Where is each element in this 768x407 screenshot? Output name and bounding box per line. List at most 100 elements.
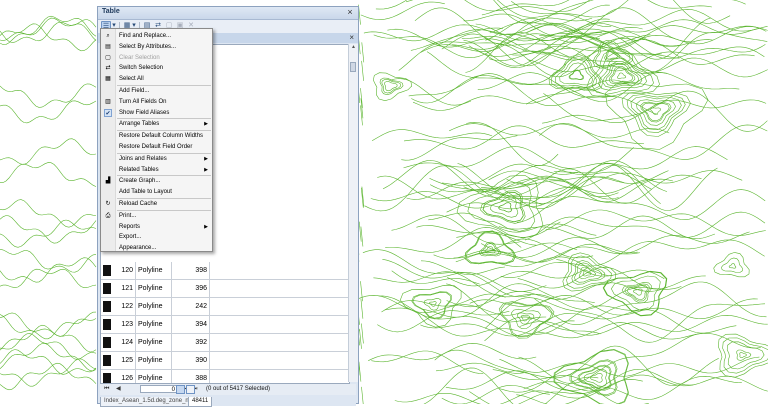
row-selector[interactable]	[103, 355, 111, 366]
menu-item-select-by-attributes[interactable]: ▤ Select By Attributes...	[102, 42, 211, 52]
menu-item-label: Appearance...	[119, 245, 157, 252]
selection-status: (0 out of 5417 Selected)	[206, 386, 271, 392]
menu-item-print[interactable]: ⎙ Print...	[102, 211, 211, 221]
contour-line	[449, 123, 670, 139]
fid-cell: 120	[113, 262, 136, 279]
first-record-icon[interactable]: ⏮	[104, 385, 109, 394]
contour-line	[361, 60, 364, 81]
scroll-up-icon[interactable]: ▲	[349, 44, 358, 52]
select-by-attributes-icon: ▤	[105, 43, 111, 50]
row-selector[interactable]	[103, 319, 111, 330]
checkmark-icon: ✔	[104, 108, 112, 117]
menu-item-related-tables[interactable]: Related Tables ▶	[102, 165, 211, 175]
contour-line	[518, 333, 703, 384]
menu-item-create-graph[interactable]: ▟ Create Graph...	[102, 176, 211, 186]
value-cell: 242	[171, 298, 210, 315]
value-cell: 388	[171, 370, 210, 383]
menu-item-label: Create Graph...	[119, 178, 161, 185]
reload-icon: ↻	[105, 201, 111, 207]
table-row[interactable]: 122 Polyline 242	[101, 298, 349, 316]
menu-item-restore-default-field-order[interactable]: Restore Default Field Order	[102, 142, 211, 152]
contour-line	[373, 18, 610, 59]
menu-item-restore-default-column-widths[interactable]: Restore Default Column Widths	[102, 131, 211, 141]
table-titlebar[interactable]: Table ×	[98, 7, 358, 20]
row-selector[interactable]	[103, 301, 111, 312]
contour-line	[617, 72, 627, 79]
menu-item-find-and-replace[interactable]: ⌕ Find and Replace...	[102, 31, 211, 41]
contour-line	[371, 350, 484, 374]
row-selector[interactable]	[103, 373, 111, 383]
tab-index-asean[interactable]: Index_Asean_1.5d.deg_zone_new	[100, 397, 201, 407]
menu-item-show-field-aliases[interactable]: ✔ Show Field Aliases	[102, 108, 211, 118]
contour-line	[477, 72, 658, 115]
contour-line	[0, 199, 97, 228]
previous-record-icon[interactable]: ◀	[116, 385, 121, 394]
menu-item-select-all[interactable]: ▦ Select All	[102, 74, 211, 84]
show-selected-records-icon[interactable]	[186, 385, 195, 394]
table-row[interactable]: 126 Polyline 388	[101, 370, 349, 383]
table-row[interactable]: 124 Polyline 392	[101, 334, 349, 352]
contour-line	[403, 146, 728, 170]
menu-item-label: Restore Default Column Widths	[119, 133, 204, 140]
contour-line	[0, 268, 97, 289]
fid-cell: 125	[113, 352, 136, 369]
menu-item-label: Reload Cache	[119, 201, 158, 207]
contour-line	[360, 281, 363, 302]
contour-line	[0, 312, 97, 337]
menu-item-reports[interactable]: Reports ▶	[102, 222, 211, 232]
menu-item-add-field[interactable]: Add Field...	[102, 86, 211, 96]
select-all-icon: ▦	[105, 76, 111, 83]
submenu-arrow-icon: ▶	[204, 223, 208, 230]
menu-item-label: Find and Replace...	[119, 33, 172, 39]
tab-48411[interactable]: 48411	[188, 397, 213, 407]
record-number-input[interactable]: 0	[140, 385, 178, 393]
menu-item-joins-and-relates[interactable]: Joins and Relates ▶	[102, 154, 211, 164]
fid-cell: 126	[113, 370, 136, 383]
contour-line	[408, 73, 609, 106]
menu-item-switch-selection[interactable]: ⇄ Switch Selection	[102, 63, 211, 73]
shape-cell: Polyline	[136, 280, 172, 297]
table-row[interactable]: 123 Polyline 394	[101, 316, 349, 334]
menu-item-turn-all-fields-on[interactable]: ▥ Turn All Fields On	[102, 97, 211, 107]
menu-item-arrange-tables[interactable]: Arrange Tables ▶	[102, 119, 211, 129]
row-selector[interactable]	[103, 283, 111, 294]
scrollbar-thumb[interactable]	[350, 62, 356, 72]
table-row[interactable]: 121 Polyline 396	[101, 280, 349, 298]
contour-line	[736, 349, 752, 361]
contour-line	[0, 311, 97, 340]
contour-line	[482, 192, 524, 223]
close-window-icon[interactable]: ×	[345, 7, 355, 17]
contour-line	[368, 343, 537, 361]
shape-cell: Polyline	[136, 298, 172, 315]
contour-line	[420, 309, 737, 337]
menu-item-label: Clear Selection	[119, 54, 160, 61]
close-tab-icon[interactable]: ×	[349, 33, 354, 43]
contour-line	[406, 175, 619, 200]
menu-item-label: Turn All Fields On	[119, 98, 167, 105]
contour-line	[539, 31, 768, 74]
menu-item-appearance[interactable]: Appearance...	[102, 243, 211, 253]
contour-line	[494, 170, 743, 192]
menu-item-reload-cache[interactable]: ↻ Reload Cache	[102, 199, 211, 209]
contour-line	[385, 227, 522, 253]
contour-line	[358, 221, 362, 242]
menu-item-add-table-to-layout[interactable]: Add Table to Layout	[102, 187, 211, 197]
contour-line	[0, 342, 97, 372]
menu-item-label: Add Table to Layout	[119, 189, 172, 196]
menu-item-export[interactable]: Export...	[102, 232, 211, 242]
shape-cell: Polyline	[136, 334, 172, 351]
shape-cell: Polyline	[136, 262, 172, 279]
vertical-scrollbar[interactable]: ▲	[348, 44, 358, 382]
table-row[interactable]: 125 Polyline 390	[101, 352, 349, 370]
row-selector[interactable]	[103, 265, 111, 276]
contour-line	[394, 379, 643, 404]
menu-item-label: Print...	[119, 212, 137, 219]
show-all-records-icon[interactable]	[176, 385, 185, 394]
menu-item-clear-selection[interactable]: ▢ Clear Selection	[102, 53, 211, 63]
row-selector[interactable]	[103, 337, 111, 348]
contour-line	[0, 349, 97, 375]
contour-line	[0, 362, 97, 391]
contour-line	[650, 107, 662, 115]
contour-line	[359, 328, 362, 349]
table-row[interactable]: 120 Polyline 398	[101, 262, 349, 280]
